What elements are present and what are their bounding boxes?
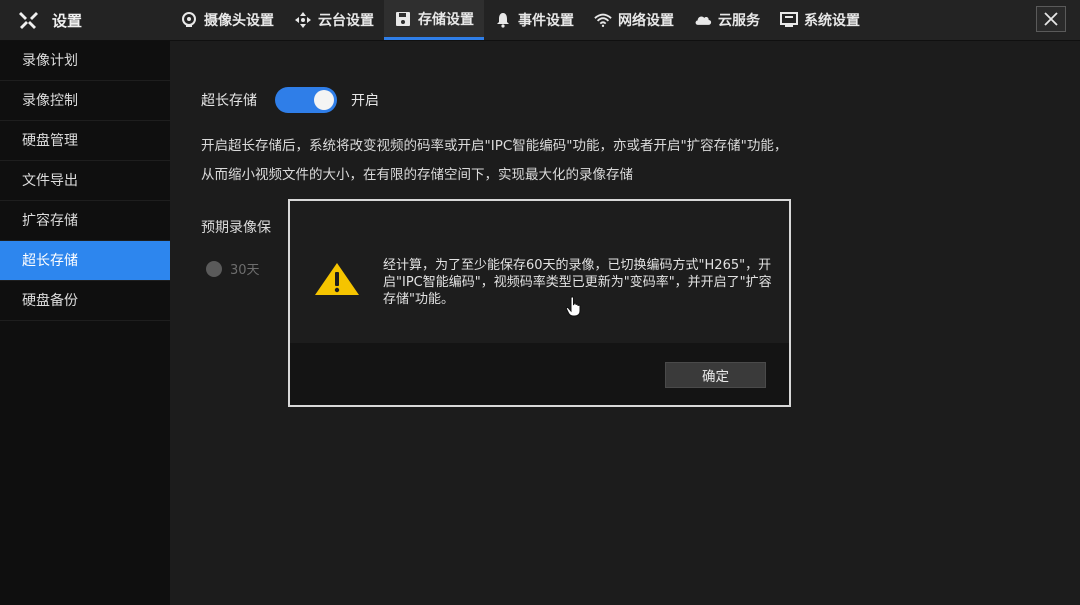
sidebar-item-file-export[interactable]: 文件导出 xyxy=(0,161,170,201)
camera-icon xyxy=(180,11,198,29)
tab-ptz-settings[interactable]: 云台设置 xyxy=(284,0,384,40)
tab-label: 摄像头设置 xyxy=(204,13,274,29)
expected-retention-label: 预期录像保 xyxy=(201,220,271,236)
toggle-state-text: 开启 xyxy=(351,93,379,109)
hand-cursor-icon xyxy=(565,296,581,317)
tab-label: 存储设置 xyxy=(418,11,474,28)
tab-label: 系统设置 xyxy=(804,13,860,29)
tab-label: 事件设置 xyxy=(518,13,574,29)
wifi-icon xyxy=(594,11,612,29)
sidebar: 录像计划 录像控制 硬盘管理 文件导出 扩容存储 超长存储 硬盘备份 xyxy=(0,41,170,605)
app-title: 设置 xyxy=(18,0,82,40)
long-storage-label: 超长存储 xyxy=(201,93,257,109)
confirm-button[interactable]: 确定 xyxy=(665,362,766,388)
sidebar-item-record-schedule[interactable]: 录像计划 xyxy=(0,41,170,81)
close-icon xyxy=(1044,12,1058,26)
description-line-1: 开启超长存储后，系统将改变视频的码率或开启"IPC智能编码"功能，亦或者开启"扩… xyxy=(201,138,788,154)
monitor-icon xyxy=(780,11,798,29)
save-disk-icon xyxy=(394,10,412,28)
description-line-2: 从而缩小视频文件的大小，在有限的存储空间下，实现最大化的录像存储 xyxy=(201,167,633,183)
cloud-icon xyxy=(694,11,712,29)
sidebar-item-disk-management[interactable]: 硬盘管理 xyxy=(0,121,170,161)
tab-system-settings[interactable]: 系统设置 xyxy=(770,0,870,40)
retention-option-30[interactable]: 30天 xyxy=(206,259,260,278)
sidebar-item-long-storage[interactable]: 超长存储 xyxy=(0,241,170,281)
tab-storage-settings[interactable]: 存储设置 xyxy=(384,0,484,40)
tab-camera-settings[interactable]: 摄像头设置 xyxy=(170,0,284,40)
dialog-body: 经计算，为了至少能保存60天的录像，已切换编码方式"H265"，开启"IPC智能… xyxy=(290,201,789,343)
long-storage-row: 超长存储 开启 xyxy=(201,87,379,113)
info-dialog: 经计算，为了至少能保存60天的录像，已切换编码方式"H265"，开启"IPC智能… xyxy=(288,199,791,407)
warning-icon xyxy=(315,263,359,295)
top-bar: 设置 摄像头设置 云台设置 存储设置 事件设置 网络设置 云服务 系统设置 xyxy=(0,0,1080,41)
long-storage-toggle[interactable] xyxy=(275,87,337,113)
tab-cloud-service[interactable]: 云服务 xyxy=(684,0,770,40)
sidebar-item-expand-storage[interactable]: 扩容存储 xyxy=(0,201,170,241)
tab-network-settings[interactable]: 网络设置 xyxy=(584,0,684,40)
sidebar-item-disk-backup[interactable]: 硬盘备份 xyxy=(0,281,170,321)
tab-label: 云服务 xyxy=(718,13,760,29)
toggle-knob xyxy=(314,90,334,110)
ptz-arrows-icon xyxy=(294,11,312,29)
close-button[interactable] xyxy=(1036,6,1066,32)
sidebar-item-record-control[interactable]: 录像控制 xyxy=(0,81,170,121)
tab-label: 云台设置 xyxy=(318,13,374,29)
main-nav: 摄像头设置 云台设置 存储设置 事件设置 网络设置 云服务 系统设置 xyxy=(170,0,870,40)
tab-event-settings[interactable]: 事件设置 xyxy=(484,0,584,40)
retention-option-label: 30天 xyxy=(230,263,260,278)
settings-title: 设置 xyxy=(52,11,83,30)
bell-icon xyxy=(494,11,512,29)
tab-label: 网络设置 xyxy=(618,13,674,29)
dialog-footer: 确定 xyxy=(290,343,789,405)
tools-icon xyxy=(19,12,38,29)
radio-button[interactable] xyxy=(206,260,222,277)
